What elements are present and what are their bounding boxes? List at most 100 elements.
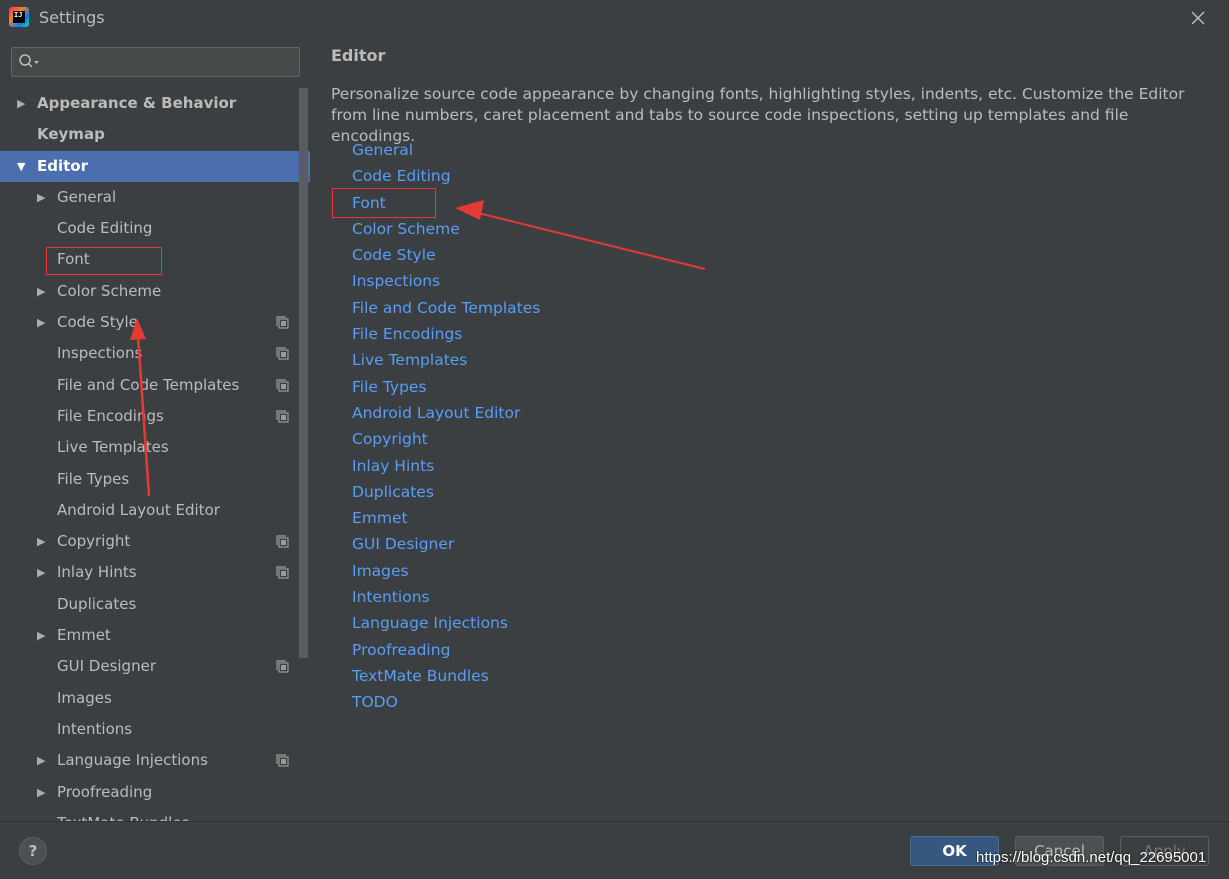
tree-item-language-injections[interactable]: ▶ Language Injections bbox=[0, 745, 310, 776]
tree-item-emmet[interactable]: ▶ Emmet bbox=[0, 620, 310, 651]
tree-item-duplicates[interactable]: Duplicates bbox=[0, 589, 310, 620]
collapsed-arrow-icon[interactable]: ▶ bbox=[37, 620, 51, 651]
tree-item-images[interactable]: Images bbox=[0, 683, 310, 714]
help-button[interactable]: ? bbox=[19, 837, 47, 865]
tree-item-copyright[interactable]: ▶ Copyright bbox=[0, 526, 310, 557]
tree-item-label: Code Editing bbox=[57, 219, 153, 238]
tree-item-label: Copyright bbox=[57, 532, 131, 551]
window-title: Settings bbox=[39, 8, 105, 27]
link-intentions[interactable]: Intentions bbox=[352, 584, 540, 610]
link-file-and-code-templates[interactable]: File and Code Templates bbox=[352, 295, 540, 321]
link-general[interactable]: General bbox=[352, 137, 540, 163]
search-box[interactable] bbox=[11, 47, 300, 77]
tree-item-file-types[interactable]: File Types bbox=[0, 464, 310, 495]
collapsed-arrow-icon[interactable]: ▶ bbox=[37, 777, 51, 808]
collapsed-arrow-icon[interactable]: ▶ bbox=[37, 745, 51, 776]
link-language-injections[interactable]: Language Injections bbox=[352, 610, 540, 636]
font-annotation-box bbox=[46, 247, 162, 275]
search-icon[interactable] bbox=[18, 53, 40, 71]
tree-item-inspections[interactable]: Inspections bbox=[0, 338, 310, 369]
tree-item-label: File Encodings bbox=[57, 406, 164, 425]
tree-item-label: Language Injections bbox=[57, 751, 208, 770]
tree-item-appearance-behavior[interactable]: ▶ Appearance & Behavior bbox=[0, 88, 310, 119]
watermark-text: https://blog.csdn.net/qq_22695001 bbox=[976, 849, 1207, 866]
tree-item-label: Inlay Hints bbox=[57, 563, 137, 582]
collapsed-arrow-icon[interactable]: ▶ bbox=[37, 557, 51, 588]
title-bar: IJ Settings bbox=[0, 0, 1229, 36]
tree-item-label: General bbox=[57, 187, 117, 206]
project-level-icon bbox=[276, 754, 289, 767]
collapsed-arrow-icon[interactable]: ▶ bbox=[37, 182, 51, 213]
tree-item-label: Android Layout Editor bbox=[57, 500, 220, 519]
expanded-arrow-icon[interactable]: ▼ bbox=[17, 151, 31, 182]
project-level-icon bbox=[276, 660, 289, 673]
tree-item-general[interactable]: ▶ General bbox=[0, 182, 310, 213]
tree-item-label: Code Style bbox=[57, 313, 138, 332]
link-code-style[interactable]: Code Style bbox=[352, 242, 540, 268]
link-live-templates[interactable]: Live Templates bbox=[352, 347, 540, 373]
font-link-annotation-box bbox=[332, 188, 436, 218]
link-color-scheme[interactable]: Color Scheme bbox=[352, 216, 540, 242]
link-file-types[interactable]: File Types bbox=[352, 374, 540, 400]
tree-item-label: GUI Designer bbox=[57, 657, 156, 676]
tree-item-label: Images bbox=[57, 688, 112, 707]
tree-item-label: Proofreading bbox=[57, 782, 153, 801]
project-level-icon bbox=[276, 347, 289, 360]
tree-item-label: Inspections bbox=[57, 344, 143, 363]
tree-item-label: Duplicates bbox=[57, 594, 137, 613]
settings-tree-panel: ▶ Appearance & Behavior Keymap ▼ Editor ▶ Gene… bbox=[0, 36, 310, 821]
tree-item-label: TextMate Bundles bbox=[57, 808, 189, 821]
close-icon[interactable] bbox=[1186, 6, 1210, 30]
collapsed-arrow-icon[interactable]: ▶ bbox=[17, 88, 31, 119]
link-duplicates[interactable]: Duplicates bbox=[352, 479, 540, 505]
app-icon-text: IJ bbox=[13, 11, 25, 23]
tree-item-android-layout-editor[interactable]: Android Layout Editor bbox=[0, 495, 310, 526]
link-todo[interactable]: TODO bbox=[352, 689, 540, 715]
link-images[interactable]: Images bbox=[352, 558, 540, 584]
tree-scrollbar[interactable] bbox=[299, 88, 308, 658]
tree-item-gui-designer[interactable]: GUI Designer bbox=[0, 651, 310, 682]
link-code-editing[interactable]: Code Editing bbox=[352, 163, 540, 189]
tree-item-label: File and Code Templates bbox=[57, 375, 240, 394]
link-emmet[interactable]: Emmet bbox=[352, 505, 540, 531]
link-inlay-hints[interactable]: Inlay Hints bbox=[352, 453, 540, 479]
tree-item-color-scheme[interactable]: ▶ Color Scheme bbox=[0, 276, 310, 307]
collapsed-arrow-icon[interactable]: ▶ bbox=[37, 276, 51, 307]
link-inspections[interactable]: Inspections bbox=[352, 268, 540, 294]
tree-item-label: Intentions bbox=[57, 719, 133, 738]
tree-item-label: Color Scheme bbox=[57, 281, 162, 300]
tree-item-label: Live Templates bbox=[57, 438, 169, 457]
project-level-icon bbox=[276, 535, 289, 548]
link-proofreading[interactable]: Proofreading bbox=[352, 637, 540, 663]
link-copyright[interactable]: Copyright bbox=[352, 426, 540, 452]
tree-item-proofreading[interactable]: ▶ Proofreading bbox=[0, 777, 310, 808]
tree-item-live-templates[interactable]: Live Templates bbox=[0, 432, 310, 463]
tree-item-label: Emmet bbox=[57, 626, 111, 645]
tree-item-file-encodings[interactable]: File Encodings bbox=[0, 401, 310, 432]
link-gui-designer[interactable]: GUI Designer bbox=[352, 531, 540, 557]
search-input[interactable] bbox=[44, 50, 294, 74]
tree-item-label: Keymap bbox=[37, 125, 105, 144]
tree-item-inlay-hints[interactable]: ▶ Inlay Hints bbox=[0, 557, 310, 588]
collapsed-arrow-icon[interactable]: ▶ bbox=[37, 526, 51, 557]
tree-item-label: File Types bbox=[57, 469, 130, 488]
collapsed-arrow-icon[interactable]: ▶ bbox=[37, 307, 51, 338]
tree-item-file-and-code-templates[interactable]: File and Code Templates bbox=[0, 370, 310, 401]
panel-title: Editor bbox=[331, 46, 386, 65]
link-file-encodings[interactable]: File Encodings bbox=[352, 321, 540, 347]
editor-links: General Code Editing Font Color Scheme Code … bbox=[352, 137, 540, 716]
tree-item-keymap[interactable]: Keymap bbox=[0, 119, 310, 150]
tree-item-code-style[interactable]: ▶ Code Style bbox=[0, 307, 310, 338]
link-textmate-bundles[interactable]: TextMate Bundles bbox=[352, 663, 540, 689]
tree-item-code-editing[interactable]: Code Editing bbox=[0, 213, 310, 244]
tree-item-label: Editor bbox=[37, 156, 88, 175]
editor-settings-panel: Editor Personalize source code appearanc… bbox=[310, 36, 1229, 821]
tree-item-textmate-bundles[interactable]: TextMate Bundles bbox=[0, 808, 310, 821]
tree-item-editor[interactable]: ▼ Editor bbox=[0, 150, 310, 182]
project-level-icon bbox=[276, 379, 289, 392]
tree-item-intentions[interactable]: Intentions bbox=[0, 714, 310, 745]
intellij-app-icon: IJ bbox=[9, 7, 29, 27]
settings-tree: ▶ Appearance & Behavior Keymap ▼ Editor ▶ Gene… bbox=[0, 88, 310, 821]
link-android-layout-editor[interactable]: Android Layout Editor bbox=[352, 400, 540, 426]
project-level-icon bbox=[276, 316, 289, 329]
